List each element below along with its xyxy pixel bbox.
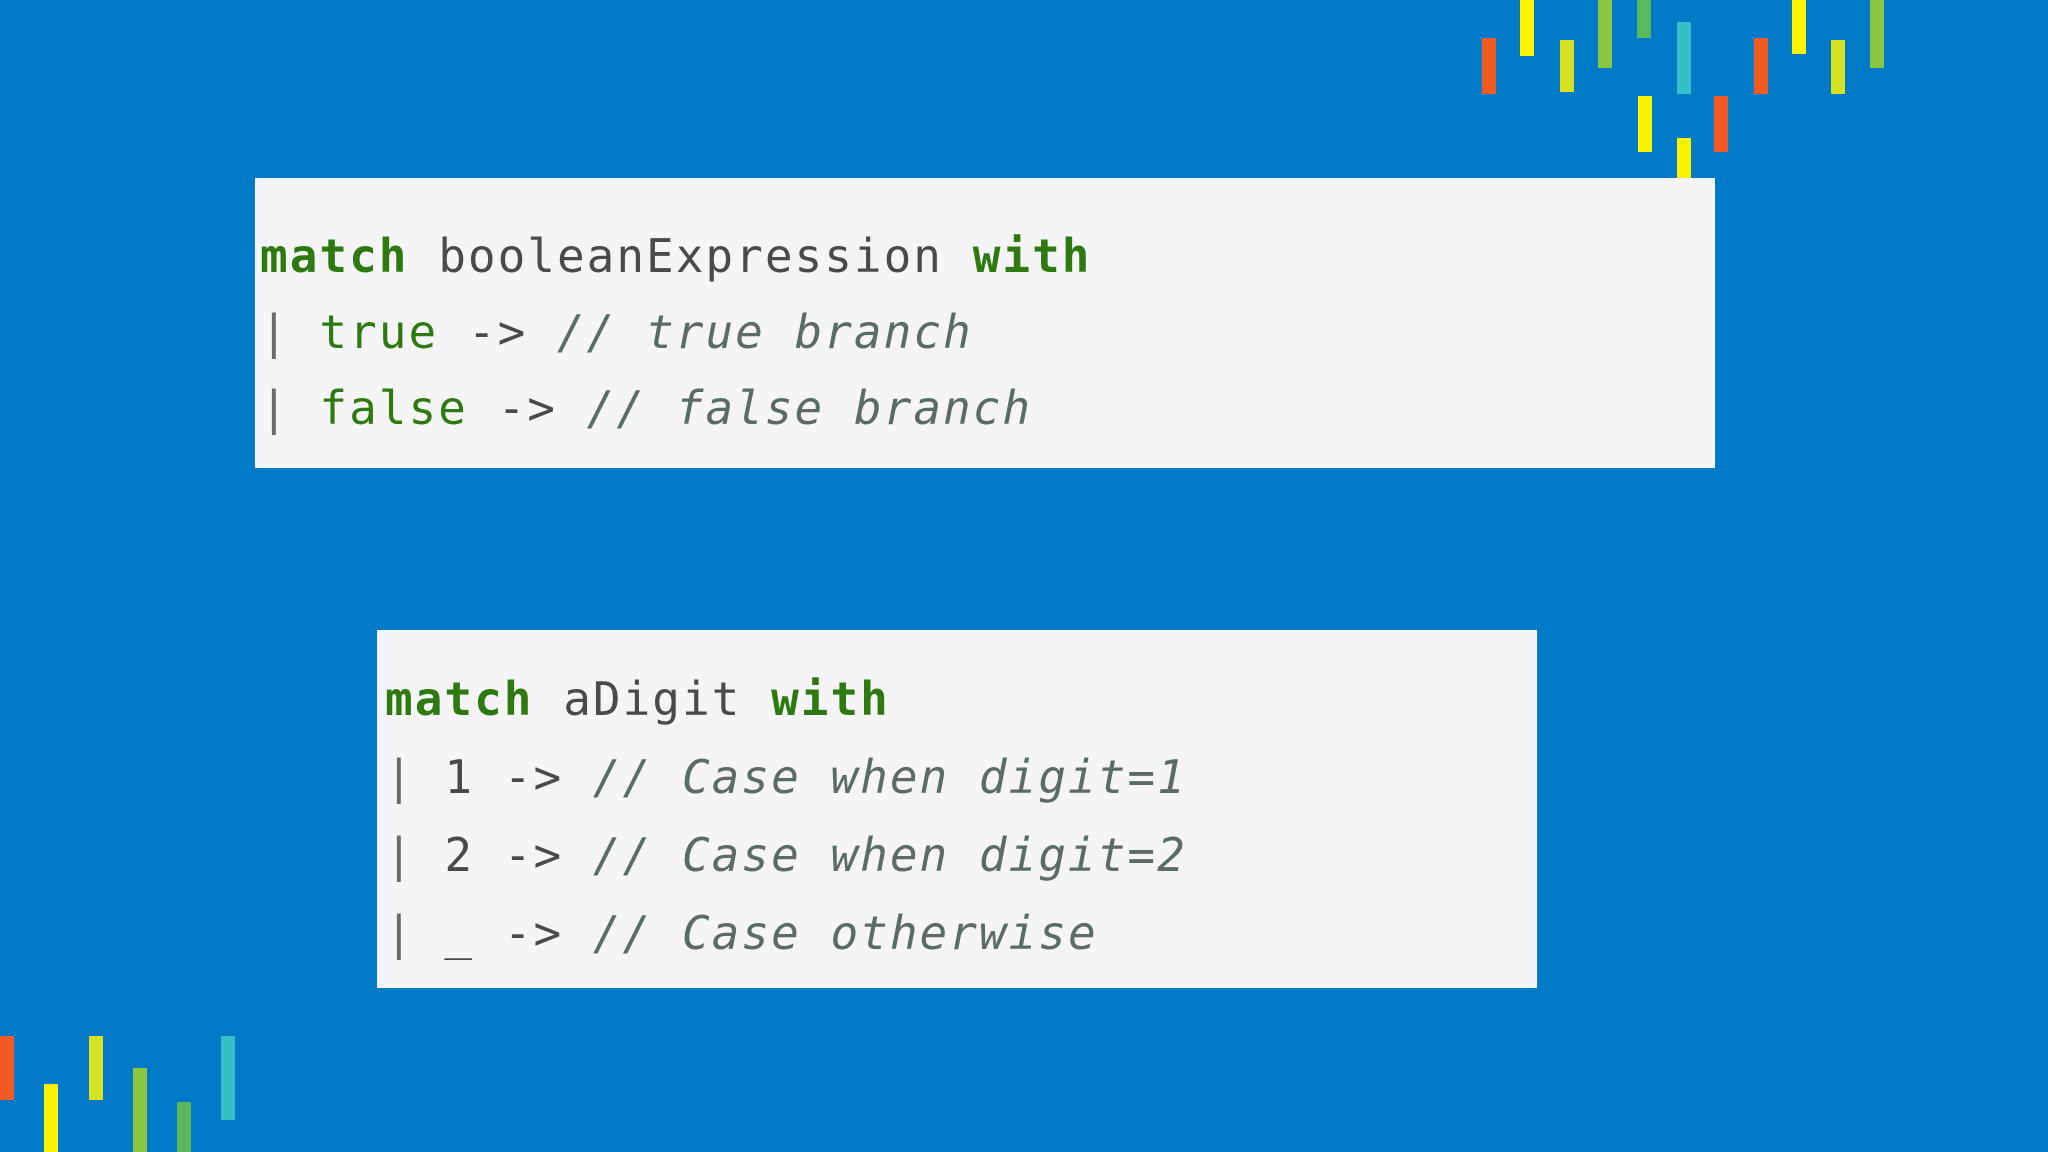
code-line: | true -> // true branch xyxy=(260,294,1715,370)
code-line: | false -> // false branch xyxy=(260,370,1715,446)
deco-bar xyxy=(221,1036,235,1120)
code-block-boolean-match: match booleanExpression with | true -> /… xyxy=(255,178,1715,468)
deco-bar xyxy=(133,1068,147,1152)
case-pattern: true xyxy=(319,305,439,359)
deco-bar xyxy=(1560,40,1574,92)
code-line: | _ -> // Case otherwise xyxy=(385,894,1537,972)
case-comment: // Case when digit=2 xyxy=(592,828,1187,882)
deco-bar xyxy=(44,1084,58,1152)
deco-bar xyxy=(0,1036,14,1100)
deco-bar xyxy=(1754,38,1768,94)
keyword-with: with xyxy=(972,229,1092,283)
case-arrow: -> xyxy=(497,381,557,435)
match-expression: booleanExpression xyxy=(438,229,943,283)
deco-bar xyxy=(1870,0,1884,68)
keyword-match: match xyxy=(260,229,409,283)
case-arrow: -> xyxy=(503,906,564,960)
case-comment: // Case when digit=1 xyxy=(592,750,1187,804)
match-expression: aDigit xyxy=(563,672,742,726)
code-block-digit-match: match aDigit with | 1 -> // Case when di… xyxy=(377,630,1537,988)
case-pattern: _ xyxy=(444,906,475,960)
deco-bar xyxy=(177,1102,191,1152)
code-line: | 2 -> // Case when digit=2 xyxy=(385,816,1537,894)
code-line: | 1 -> // Case when digit=1 xyxy=(385,738,1537,816)
deco-bar xyxy=(1637,0,1651,38)
deco-bar xyxy=(1482,38,1496,94)
case-comment: // false branch xyxy=(586,381,1033,435)
case-arrow: -> xyxy=(503,750,564,804)
deco-bar xyxy=(1831,40,1845,94)
case-pipe: | xyxy=(260,381,290,435)
case-arrow: -> xyxy=(503,828,564,882)
code-line: match booleanExpression with xyxy=(260,218,1715,294)
deco-bar xyxy=(1792,0,1806,54)
case-comment: // true branch xyxy=(556,305,973,359)
case-comment: // Case otherwise xyxy=(592,906,1098,960)
case-arrow: -> xyxy=(467,305,528,359)
keyword-match: match xyxy=(385,672,534,726)
deco-bar xyxy=(1638,96,1652,152)
case-pipe: | xyxy=(385,906,415,960)
deco-bar xyxy=(1677,22,1691,94)
deco-bar xyxy=(1520,0,1534,56)
deco-bar xyxy=(89,1036,103,1100)
deco-bar xyxy=(1714,96,1728,152)
case-pipe: | xyxy=(260,305,290,359)
case-pipe: | xyxy=(385,750,415,804)
code-line: match aDigit with xyxy=(385,660,1537,738)
case-pattern: 2 xyxy=(444,828,475,882)
case-pattern: false xyxy=(319,381,468,435)
deco-bar xyxy=(1677,138,1691,178)
keyword-with: with xyxy=(771,672,890,726)
case-pattern: 1 xyxy=(444,750,475,804)
case-pipe: | xyxy=(385,828,415,882)
deco-bar xyxy=(1598,0,1612,68)
